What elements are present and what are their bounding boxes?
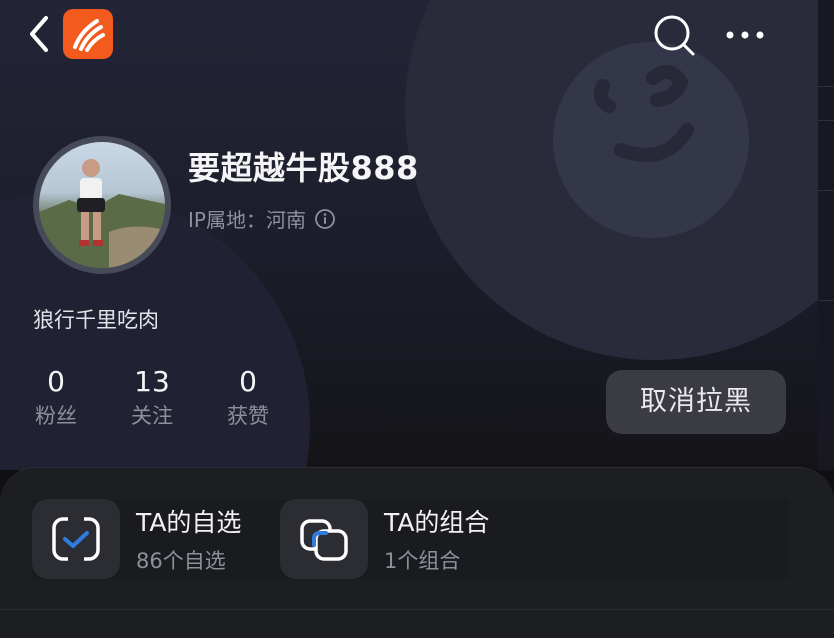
chevron-left-icon — [30, 16, 48, 52]
avatar-photo — [39, 142, 165, 268]
stat-label: 获赞 — [227, 404, 269, 428]
stat-followers[interactable]: 0 粉丝 — [16, 364, 96, 432]
watchlist-entry[interactable]: TA的自选 86个自选 — [32, 499, 272, 579]
smiley-decoration-icon — [553, 42, 749, 238]
entry-title: TA的组合 — [384, 508, 490, 537]
divider — [0, 609, 834, 610]
search-icon — [654, 15, 695, 56]
username: 要超越牛股888 — [188, 149, 419, 187]
entry-subtitle: 1个组合 — [384, 549, 461, 573]
portfolio-combo-icon — [280, 499, 368, 579]
stat-value: 0 — [47, 365, 65, 398]
unblock-button[interactable]: 取消拉黑 — [606, 370, 786, 434]
portfolio-entry[interactable]: TA的组合 1个组合 — [280, 499, 540, 579]
app-logo-icon[interactable] — [63, 9, 113, 59]
stat-likes[interactable]: 0 获赞 — [208, 364, 288, 432]
stat-value: 0 — [239, 365, 257, 398]
page-edge — [818, 0, 834, 470]
more-horizontal-icon — [726, 31, 764, 39]
stat-value: 13 — [134, 365, 170, 398]
ip-location-text: IP属地：河南 — [188, 208, 306, 232]
stat-following[interactable]: 13 关注 — [112, 364, 192, 432]
entry-title: TA的自选 — [136, 508, 242, 537]
watchlist-check-icon — [32, 499, 120, 579]
avatar[interactable] — [33, 136, 171, 274]
more-button[interactable] — [720, 24, 768, 48]
search-button[interactable] — [651, 12, 697, 58]
back-button[interactable] — [24, 14, 56, 54]
stat-label: 粉丝 — [35, 404, 77, 428]
bio-text: 狼行千里吃肉 — [33, 308, 159, 332]
entry-subtitle: 86个自选 — [136, 549, 226, 573]
info-icon[interactable] — [314, 208, 336, 230]
stat-label: 关注 — [131, 404, 173, 428]
ip-location: IP属地：河南 — [188, 204, 336, 233]
